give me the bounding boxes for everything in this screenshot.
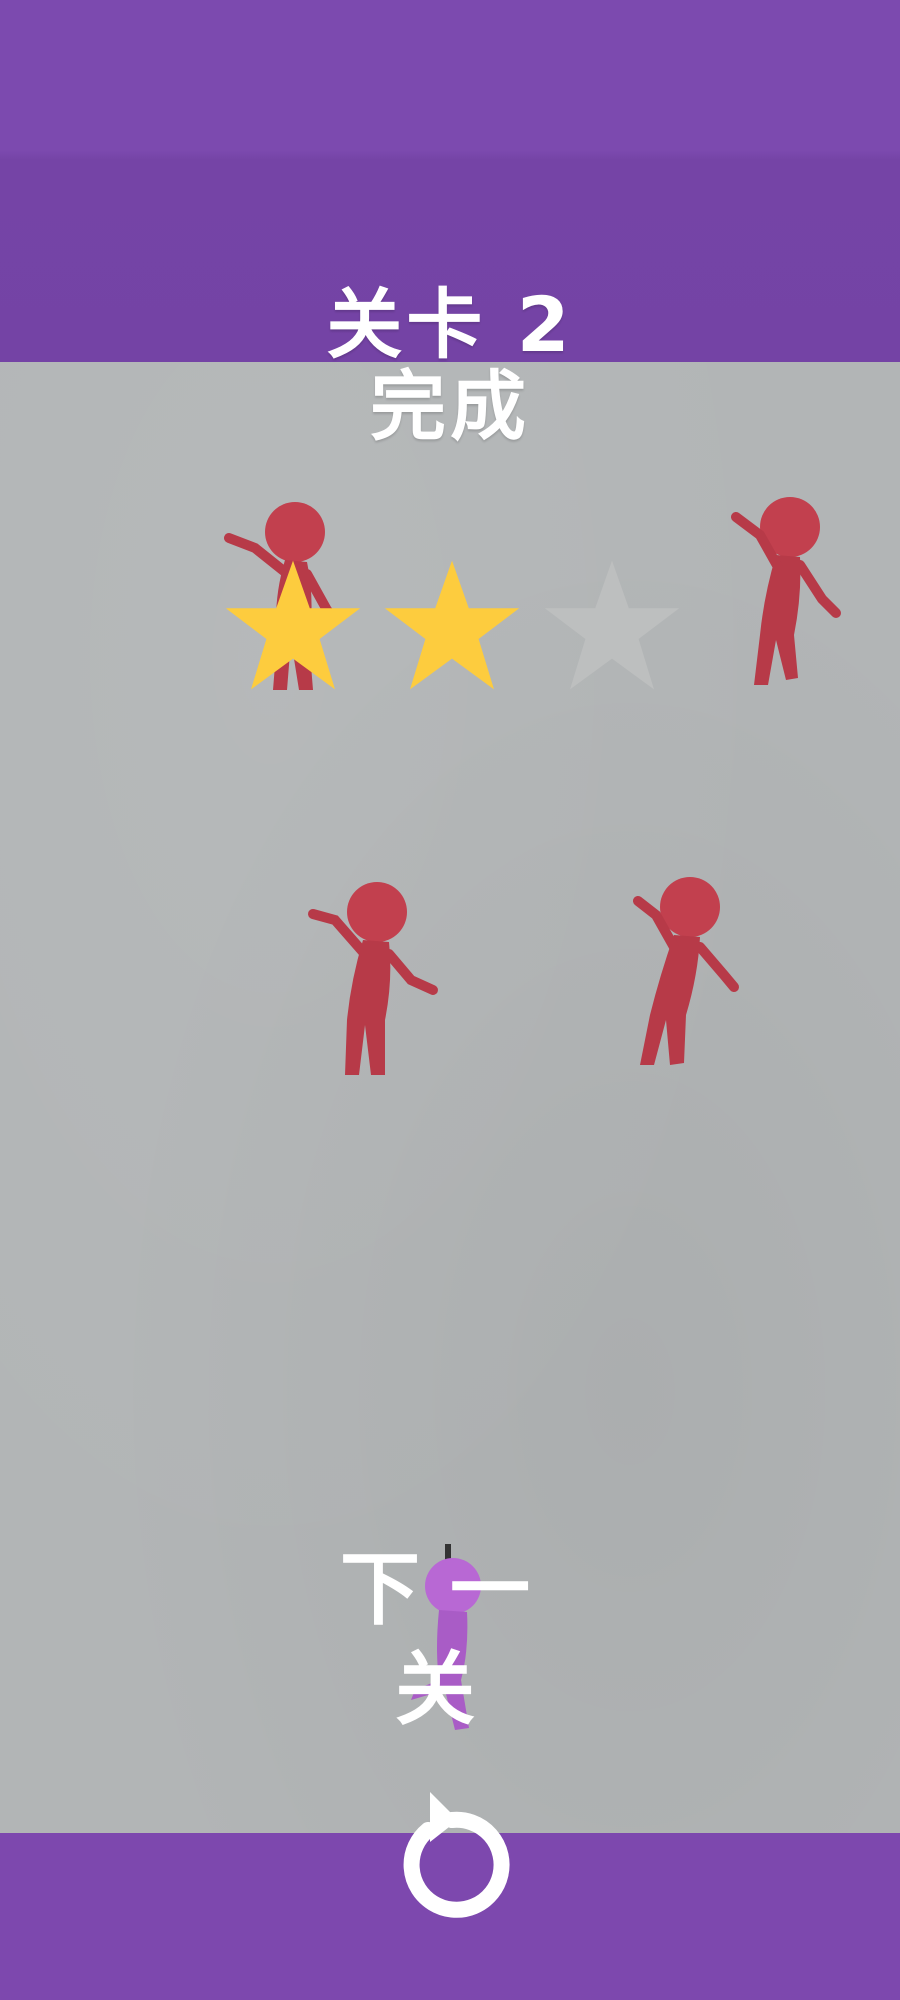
star-empty-icon bbox=[544, 560, 680, 690]
next-level-button[interactable]: 下一关 bbox=[300, 1540, 600, 1736]
star-rating bbox=[0, 555, 900, 705]
star-filled-icon bbox=[384, 560, 520, 690]
level-title: 关卡 2 bbox=[326, 280, 574, 369]
restart-icon[interactable] bbox=[390, 1790, 515, 1930]
star-filled-icon bbox=[225, 560, 361, 690]
level-complete-label: 完成 bbox=[370, 362, 530, 451]
enemy-figure bbox=[308, 882, 438, 1075]
enemy-figure bbox=[633, 877, 739, 1065]
